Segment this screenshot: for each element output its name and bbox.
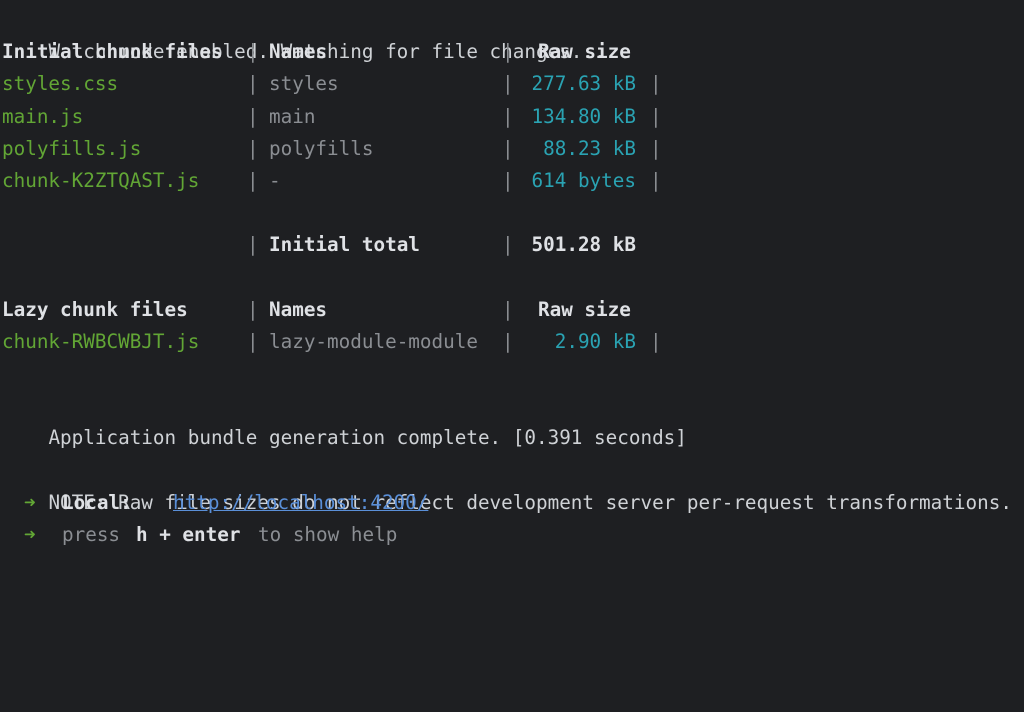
column-separator: | xyxy=(502,297,514,321)
names-header: Names xyxy=(269,297,328,321)
chunk-name: main xyxy=(269,104,316,128)
initial-total-label: Initial total xyxy=(269,233,420,257)
column-separator: | xyxy=(247,297,259,321)
chunk-name: polyfills xyxy=(269,136,374,160)
initial-total-size: 501.28 kB xyxy=(531,233,636,257)
chunk-size: 277.63 kB xyxy=(531,72,636,96)
column-separator: | xyxy=(247,136,259,160)
help-suffix: to show help xyxy=(258,523,398,546)
chunk-file: polyfills.js xyxy=(2,136,142,160)
table-row: main.js | main | 134.80 kB | xyxy=(2,101,1024,133)
chunk-file: chunk-RWBCWBJT.js xyxy=(2,329,200,353)
lazy-table-header: Lazy chunk files | Names | Raw size xyxy=(2,294,1024,326)
raw-size-header: Raw size xyxy=(538,297,631,321)
chunk-size: 88.23 kB xyxy=(543,136,636,160)
lazy-files-header: Lazy chunk files xyxy=(2,297,188,321)
table-row: chunk-K2ZTQAST.js | - | 614 bytes | xyxy=(2,165,1024,197)
column-separator: | xyxy=(502,329,514,353)
raw-size-header: Raw size xyxy=(538,40,631,64)
watch-mode-line: Watch mode enabled. Watching for file ch… xyxy=(2,4,1024,63)
column-separator: | xyxy=(650,168,662,192)
column-separator: | xyxy=(247,40,259,64)
names-header: Names xyxy=(269,40,328,64)
chunk-size: 2.90 kB xyxy=(554,329,636,353)
column-separator: | xyxy=(502,72,514,96)
chunk-name: lazy-module-module xyxy=(269,329,478,353)
chunk-file: main.js xyxy=(2,104,84,128)
column-separator: | xyxy=(650,72,662,96)
column-separator: | xyxy=(650,104,662,128)
column-separator: | xyxy=(650,329,662,353)
local-url-link[interactable]: http://localhost:4200/ xyxy=(173,487,428,519)
column-separator: | xyxy=(502,168,514,192)
column-separator: | xyxy=(502,40,514,64)
column-separator: | xyxy=(502,136,514,160)
chunk-size: 134.80 kB xyxy=(531,104,636,128)
local-label: Local: xyxy=(62,490,132,514)
column-separator: | xyxy=(650,136,662,160)
help-prefix: press xyxy=(62,523,121,546)
chunk-name: styles xyxy=(269,72,339,96)
note-line: NOTE: Raw file sizes do not reflect deve… xyxy=(2,455,1024,514)
help-keys: h + enter xyxy=(136,523,241,546)
terminal-output: Watch mode enabled. Watching for file ch… xyxy=(2,4,1024,551)
chunk-file: chunk-K2ZTQAST.js xyxy=(2,168,200,192)
table-row: chunk-RWBCWBJT.js | lazy-module-module |… xyxy=(2,326,1024,358)
initial-table-header: Initial chunk files | Names | Raw size xyxy=(2,36,1024,68)
chunk-name: - xyxy=(269,168,281,192)
initial-total-row: | Initial total | 501.28 kB xyxy=(2,229,1024,261)
chunk-size: 614 bytes xyxy=(531,168,636,192)
column-separator: | xyxy=(247,104,259,128)
bundle-complete-line: Application bundle generation complete. … xyxy=(2,390,1024,449)
initial-files-header: Initial chunk files xyxy=(2,40,223,64)
table-row: polyfills.js | polyfills | 88.23 kB | xyxy=(2,133,1024,165)
local-url-line: ➜ Local: http://localhost:4200/ xyxy=(2,487,1024,519)
table-row: styles.css | styles | 277.63 kB | xyxy=(2,68,1024,100)
column-separator: | xyxy=(502,233,514,257)
column-separator: | xyxy=(502,104,514,128)
arrow-right-icon: ➜ xyxy=(24,490,36,514)
column-separator: | xyxy=(247,233,259,257)
arrow-right-icon: ➜ xyxy=(24,523,36,546)
column-separator: | xyxy=(247,168,259,192)
chunk-file: styles.css xyxy=(2,72,119,96)
column-separator: | xyxy=(247,72,259,96)
column-separator: | xyxy=(247,329,259,353)
help-line: ➜ press h + enter to show help xyxy=(2,519,1024,551)
